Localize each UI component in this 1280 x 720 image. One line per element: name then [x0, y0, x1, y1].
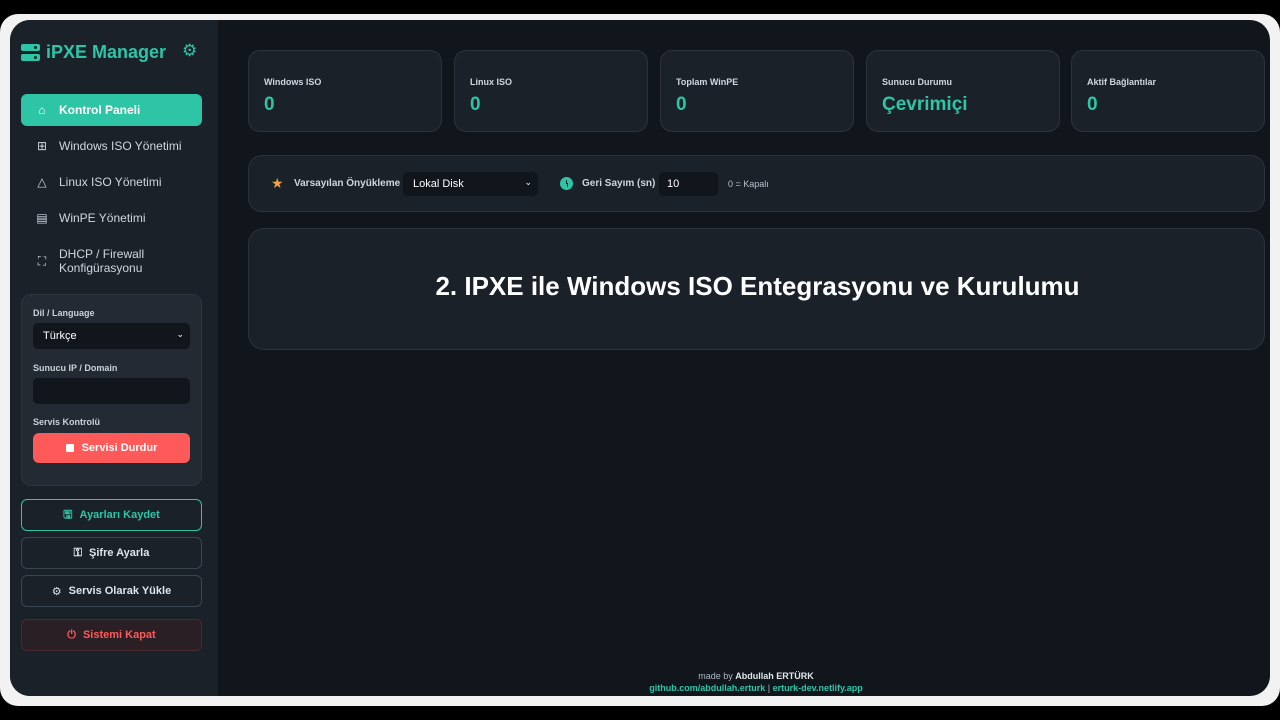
overlay-title: 2. IPXE ile Windows ISO Entegrasyonu ve …: [435, 271, 1080, 301]
stat-card-windows-iso: Windows ISO 0: [248, 50, 442, 132]
footer: made by Abdullah ERTÜRK github.com/abdul…: [569, 670, 943, 694]
chevron-down-icon: ⌄: [176, 329, 184, 339]
clock-icon: [560, 177, 573, 190]
brand: iPXE Manager: [21, 40, 201, 64]
set-password-label: Şifre Ayarla: [89, 547, 150, 559]
set-password-button[interactable]: ⚿ Şifre Ayarla: [21, 537, 202, 569]
github-link[interactable]: github.com/abdullah.erturk: [649, 683, 765, 693]
countdown-input[interactable]: 10: [659, 172, 718, 196]
stat-label: Aktif Bağlantılar: [1087, 77, 1157, 87]
stat-label: Sunucu Durumu: [882, 77, 952, 87]
linux-icon: △: [37, 175, 47, 189]
settings-card: Dil / Language Türkçe ⌄ Sunucu IP / Doma…: [21, 294, 202, 486]
countdown-hint: 0 = Kapalı: [728, 179, 769, 189]
service-control-label: Servis Kontrolü: [33, 417, 101, 427]
stop-service-button[interactable]: Servisi Durdur: [33, 433, 190, 463]
footer-credit: made by Abdullah ERTÜRK: [569, 670, 943, 682]
footer-links: github.com/abdullah.erturk | erturk-dev.…: [569, 682, 943, 694]
shutdown-button[interactable]: ⏻ Sistemi Kapat: [21, 619, 202, 651]
stop-service-label: Servisi Durdur: [81, 442, 158, 454]
stat-card-server-status: Sunucu Durumu Çevrimiçi: [866, 50, 1060, 132]
sidebar: iPXE Manager ⚙ ⌂ Kontrol Paneli ⊞ Window…: [10, 20, 218, 696]
footer-separator: |: [767, 683, 771, 693]
power-icon: ⏻: [67, 628, 76, 641]
save-settings-button[interactable]: 🖫 Ayarları Kaydet: [21, 499, 202, 531]
sidebar-item-label: DHCP / Firewall Konfigürasyonu: [59, 247, 145, 275]
stat-value: Çevrimiçi: [882, 94, 968, 115]
sidebar-item-linux-iso[interactable]: △ Linux ISO Yönetimi: [21, 166, 202, 198]
footer-made-by: made by: [698, 671, 733, 681]
sidebar-item-winpe[interactable]: ▤ WinPE Yönetimi: [21, 202, 202, 234]
language-select[interactable]: Türkçe ⌄: [33, 323, 190, 349]
footer-author: Abdullah ERTÜRK: [735, 671, 814, 681]
boot-settings-bar: ★ Varsayılan Önyükleme Lokal Disk ⌄ Geri…: [248, 155, 1265, 212]
stat-value: 0: [1087, 94, 1098, 115]
sidebar-item-windows-iso[interactable]: ⊞ Windows ISO Yönetimi: [21, 130, 202, 162]
default-boot-value: Lokal Disk: [413, 178, 464, 190]
stat-value: 0: [676, 94, 687, 115]
stat-label: Linux ISO: [470, 77, 513, 87]
stat-value: 0: [264, 94, 275, 115]
sidebar-item-dashboard[interactable]: ⌂ Kontrol Paneli: [21, 94, 202, 126]
sidebar-item-label: Kontrol Paneli: [59, 103, 141, 117]
key-icon: ⚿: [73, 546, 83, 559]
shutdown-label: Sistemi Kapat: [82, 629, 156, 641]
language-select-value: Türkçe: [43, 330, 77, 342]
default-boot-select[interactable]: Lokal Disk ⌄: [403, 172, 538, 196]
stop-icon: [65, 444, 74, 452]
server-ip-input[interactable]: [33, 378, 190, 404]
sidebar-item-label: Windows ISO Yönetimi: [59, 139, 182, 153]
stat-value: 0: [470, 94, 481, 115]
stat-card-linux-iso: Linux ISO 0: [454, 50, 648, 132]
app-title: iPXE Manager: [46, 41, 167, 62]
save-settings-label: Ayarları Kaydet: [79, 509, 160, 521]
main-content-card: 2. IPXE ile Windows ISO Entegrasyonu ve …: [248, 228, 1265, 350]
install-service-label: Servis Olarak Yükle: [68, 585, 172, 597]
language-label: Dil / Language: [33, 308, 95, 318]
sidebar-item-dhcp-firewall[interactable]: ⛶ DHCP / Firewall Konfigürasyonu: [21, 244, 202, 278]
stat-card-total-winpe: Toplam WinPE 0: [660, 50, 854, 132]
windows-icon: ⊞: [36, 139, 48, 153]
stat-label: Toplam WinPE: [676, 77, 739, 87]
sidebar-item-label: Linux ISO Yönetimi: [59, 175, 162, 189]
star-icon: ★: [271, 175, 284, 191]
server-icon: ▤: [36, 211, 48, 225]
save-icon: 🖫: [63, 508, 73, 521]
app-window: iPXE Manager ⚙ ⌂ Kontrol Paneli ⊞ Window…: [10, 20, 1270, 696]
website-link[interactable]: erturk-dev.netlify.app: [773, 683, 863, 693]
cogs-icon: ⚙: [51, 585, 62, 598]
server-icon: [21, 43, 40, 61]
home-icon: ⌂: [38, 103, 46, 117]
stat-label: Windows ISO: [264, 77, 322, 87]
chevron-down-icon: ⌄: [524, 177, 532, 187]
server-ip-label: Sunucu IP / Domain: [33, 363, 118, 373]
install-service-button[interactable]: ⚙ Servis Olarak Yükle: [21, 575, 202, 607]
default-boot-label: Varsayılan Önyükleme: [294, 178, 401, 189]
countdown-label: Geri Sayım (sn): [582, 178, 656, 189]
sidebar-item-label: WinPE Yönetimi: [59, 211, 146, 225]
gear-icon[interactable]: ⚙: [182, 41, 197, 61]
countdown-value: 10: [667, 178, 680, 190]
stat-card-active-connections: Aktif Bağlantılar 0: [1071, 50, 1265, 132]
network-icon: ⛶: [37, 254, 47, 268]
